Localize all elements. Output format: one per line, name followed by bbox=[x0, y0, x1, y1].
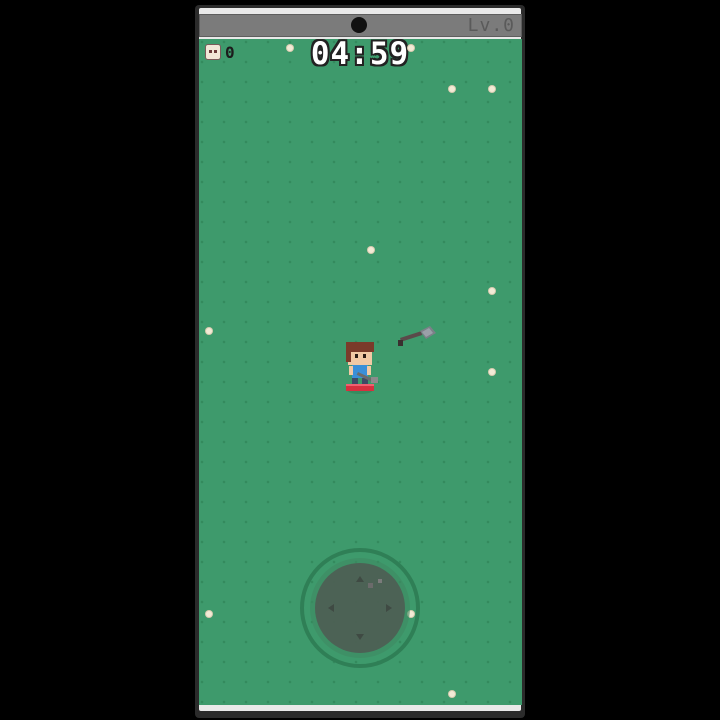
level-label: Lv.0 bbox=[467, 15, 515, 36]
flower bbox=[206, 328, 212, 334]
flower bbox=[287, 45, 293, 51]
flower bbox=[449, 691, 455, 697]
kill-count: 0 bbox=[225, 42, 235, 62]
kill-counter: 0 bbox=[205, 42, 235, 62]
virtual-joystick[interactable] bbox=[298, 546, 422, 670]
flower bbox=[489, 86, 495, 92]
flower bbox=[449, 86, 455, 92]
flower bbox=[489, 369, 495, 375]
flower bbox=[368, 247, 374, 253]
flower bbox=[489, 288, 495, 294]
skull-icon bbox=[205, 44, 221, 60]
camera-notch bbox=[351, 17, 367, 33]
player-character bbox=[346, 342, 378, 394]
shovel-icon bbox=[398, 326, 436, 346]
flower bbox=[206, 611, 212, 617]
game-timer: 04:59 bbox=[310, 36, 410, 72]
flower bbox=[408, 45, 414, 51]
